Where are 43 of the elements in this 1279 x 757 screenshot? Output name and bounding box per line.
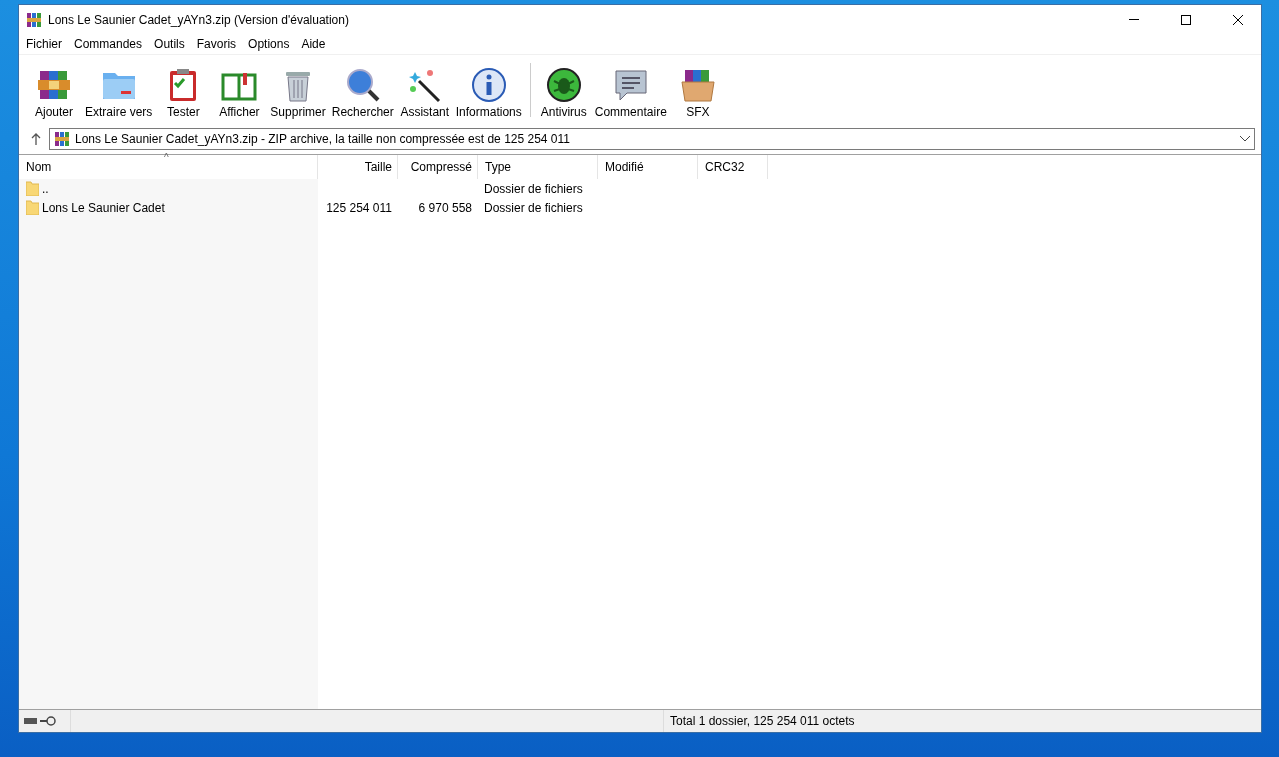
menu-item[interactable]: Outils — [148, 34, 191, 54]
menu-item[interactable]: Commandes — [68, 34, 149, 54]
toolbar-button[interactable]: Afficher — [212, 67, 267, 119]
menu-item[interactable]: Options — [242, 34, 296, 54]
box-icon — [679, 67, 716, 103]
toolbar-button[interactable]: Assistant — [397, 67, 452, 119]
menu-item[interactable]: Aide — [295, 34, 332, 54]
file-name-cell[interactable]: Lons Le Saunier Cadet — [19, 200, 318, 215]
toolbar-button[interactable]: Ajouter — [27, 67, 81, 119]
up-arrow-icon[interactable] — [31, 132, 41, 145]
chevron-down-icon[interactable] — [1240, 135, 1250, 142]
toolbar-button[interactable]: SFX — [670, 67, 725, 119]
status-text: Total 1 dossier, 125 254 011 octets — [663, 710, 1261, 732]
packed-size-cell-text: 6 970 558 — [417, 200, 473, 215]
menu-item[interactable]: Fichier — [20, 34, 68, 54]
toolbar-button[interactable]: Antivirus — [536, 67, 591, 119]
address-text: Lons Le Saunier Cadet_yAYn3.zip - ZIP archive, la taille non compressée est de 125 254 011 — [75, 131, 571, 146]
window-title: Lons Le Saunier Cadet_yAYn3.zip (Version d'évaluation) — [48, 12, 350, 27]
bug-icon — [545, 67, 582, 103]
toolbar-button[interactable]: Rechercher — [329, 67, 396, 119]
type-cell-text: Dossier de fichiers — [483, 200, 584, 215]
toolbar-button[interactable]: Extraire vers — [83, 67, 155, 119]
drive-key-icon — [23, 716, 57, 726]
size-cell-text: 125 254 011 — [325, 200, 393, 215]
folder-icon — [26, 200, 39, 215]
toolbar-button[interactable]: Tester — [156, 67, 211, 119]
archive-icon — [26, 11, 42, 28]
type-cell-text: Dossier de fichiers — [483, 181, 584, 196]
archive-icon — [54, 130, 70, 147]
address-field[interactable]: Lons Le Saunier Cadet_yAYn3.zip - ZIP archive, la taille non compressée est de 125 254 011 — [49, 127, 1255, 150]
toolbar-button[interactable]: Commentaire — [592, 67, 669, 119]
folder-icon — [26, 181, 39, 196]
toolbar-button[interactable]: Informations — [453, 67, 524, 119]
toolbar-button[interactable]: Supprimer — [268, 67, 328, 119]
speech-bubble-icon — [612, 67, 649, 103]
menu-item[interactable]: Favoris — [190, 34, 243, 54]
maximize-icon — [1181, 14, 1191, 25]
minimize-icon — [1129, 19, 1139, 20]
file-name-cell[interactable]: .. — [19, 181, 318, 196]
sort-indicator: ^ — [164, 152, 169, 163]
info-icon — [470, 67, 507, 103]
magnifier-icon — [344, 67, 381, 103]
close-icon — [1233, 14, 1243, 25]
